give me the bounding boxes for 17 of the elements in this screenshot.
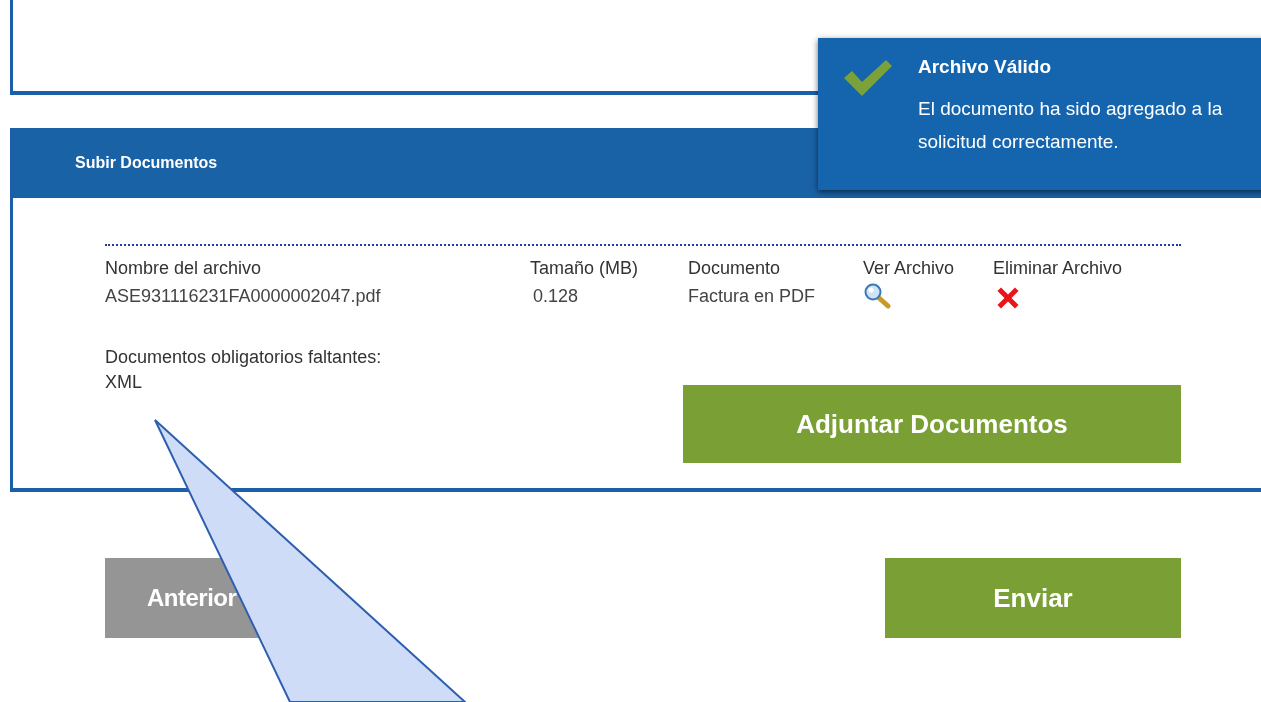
column-header: Tamaño (MB) — [530, 258, 640, 279]
delete-icon[interactable] — [997, 287, 1019, 309]
missing-label: Documentos obligatorios faltantes: — [105, 347, 383, 368]
submit-button[interactable]: Enviar — [885, 558, 1181, 638]
toast-title: Archivo Válido — [918, 56, 1053, 78]
missing-document: XML — [105, 372, 143, 393]
attach-button[interactable]: Adjuntar Documentos — [683, 385, 1181, 463]
column-header: Documento — [688, 258, 782, 279]
column-header: Nombre del archivo — [105, 258, 263, 279]
check-icon — [842, 58, 894, 98]
file-name: ASE931116231FA0000002047.pdf — [105, 284, 382, 308]
panel-title: Subir Documentos — [75, 154, 218, 172]
toast-message: El documento ha sido agregado a la solicitud correctamente. — [918, 97, 1224, 154]
column-header: Eliminar Archivo — [993, 258, 1124, 279]
column-header: Ver Archivo — [863, 258, 956, 279]
document-type: Factura en PDF — [688, 284, 817, 308]
file-size: 0.128 — [532, 284, 580, 308]
